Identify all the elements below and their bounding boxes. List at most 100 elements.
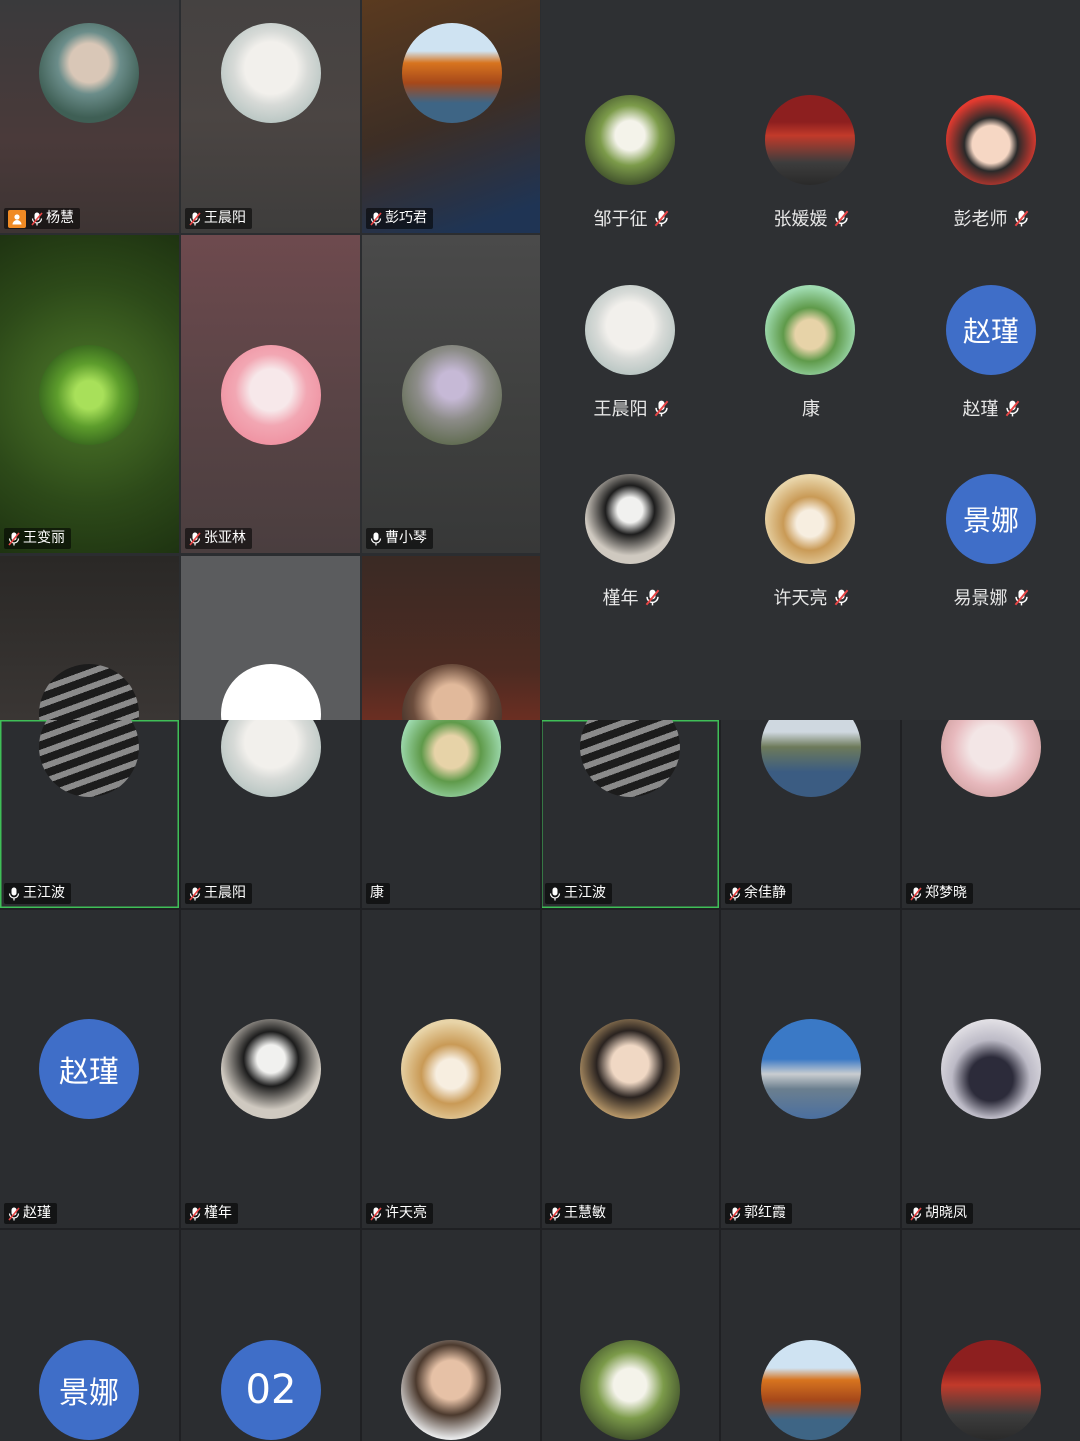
- avatar: [221, 1019, 321, 1119]
- name-tag: 许天亮: [366, 1203, 433, 1224]
- participant-label: 彭老师: [901, 205, 1080, 231]
- participant-name: 彭巧君: [385, 210, 427, 226]
- video-tile-active[interactable]: 王江波: [0, 720, 179, 908]
- video-tile[interactable]: [541, 1231, 719, 1441]
- video-tile[interactable]: [181, 556, 360, 720]
- mic-muted-icon: [1005, 400, 1020, 417]
- bottom-grid: 王江波 王晨阳 康 王江波 余佳静 郑梦晓 赵瑾 赵瑾 槿年 许天亮 王慧敏 郭…: [0, 720, 1080, 1441]
- video-tile[interactable]: 郑梦晓: [902, 720, 1080, 908]
- video-tile[interactable]: 康: [362, 720, 540, 908]
- video-tile[interactable]: 张亚林: [181, 235, 360, 553]
- name-tag: 王晨阳: [185, 883, 252, 904]
- avatar: [221, 720, 321, 797]
- avatar-initials[interactable]: 赵瑾: [946, 285, 1036, 375]
- video-tile[interactable]: 杨慧: [0, 0, 179, 233]
- avatar: [39, 664, 139, 720]
- host-badge-icon: [8, 209, 26, 228]
- video-tile[interactable]: 曹小琴: [362, 235, 540, 553]
- participant-label: 张媛媛: [721, 205, 901, 231]
- name-tag: 郑梦晓: [906, 883, 973, 904]
- video-tile[interactable]: 景娜: [0, 1231, 179, 1441]
- participant-name: 曹小琴: [385, 530, 427, 546]
- participant-label: 许天亮: [721, 584, 901, 610]
- grid-divider: [179, 720, 181, 1441]
- name-tag: 曹小琴: [366, 528, 433, 549]
- video-tile[interactable]: 许天亮: [362, 910, 540, 1228]
- mic-muted-icon: [189, 887, 201, 901]
- avatar[interactable]: [765, 285, 855, 375]
- video-tile[interactable]: 槿年: [181, 910, 360, 1228]
- video-tile[interactable]: 彭巧君: [362, 0, 540, 233]
- mic-muted-icon: [910, 887, 922, 901]
- mic-on-icon: [8, 887, 20, 901]
- participant-name: 杨慧: [46, 210, 74, 226]
- participant-name: 许天亮: [773, 588, 828, 609]
- name-tag: 王慧敏: [545, 1203, 612, 1224]
- participant-label: 槿年: [541, 584, 721, 610]
- participant-name: 郑梦晓: [925, 885, 967, 901]
- name-tag: 张亚林: [185, 528, 252, 549]
- participant-label: 赵瑾: [901, 395, 1080, 421]
- video-tile[interactable]: 02: [181, 1231, 360, 1441]
- video-tile[interactable]: 郭红霞: [721, 910, 900, 1228]
- mic-muted-icon: [549, 1207, 561, 1221]
- avatar-initials: 景娜: [39, 1340, 139, 1440]
- avatar[interactable]: [585, 95, 675, 185]
- avatar[interactable]: [585, 285, 675, 375]
- participant-name: 张媛媛: [773, 209, 828, 230]
- participant-name: 余佳静: [744, 885, 786, 901]
- mic-on-icon: [370, 532, 382, 546]
- video-tile[interactable]: [902, 1231, 1080, 1441]
- mic-muted-icon: [31, 212, 43, 226]
- avatar-initials: 赵瑾: [39, 1019, 139, 1119]
- name-tag: 王江波: [4, 883, 71, 904]
- avatar-initials[interactable]: 景娜: [946, 474, 1036, 564]
- video-tile[interactable]: 王慧敏: [541, 910, 719, 1228]
- video-tile[interactable]: 王晨阳: [181, 0, 360, 233]
- mic-muted-icon: [654, 400, 669, 417]
- mic-muted-icon: [834, 210, 849, 227]
- mic-muted-icon: [910, 1207, 922, 1221]
- avatar: [761, 720, 861, 797]
- avatar: [401, 1340, 501, 1440]
- video-tile[interactable]: [0, 556, 179, 720]
- video-tile[interactable]: 王变丽: [0, 235, 179, 553]
- video-tile[interactable]: [362, 1231, 540, 1441]
- grid-divider: [0, 908, 1080, 910]
- participant-name: 王晨阳: [204, 210, 246, 226]
- video-tile-active[interactable]: 王江波: [541, 720, 719, 908]
- avatar: [402, 345, 502, 445]
- participant-name: 康: [370, 885, 384, 901]
- name-tag: 余佳静: [725, 883, 792, 904]
- avatar[interactable]: [585, 474, 675, 564]
- avatar[interactable]: [765, 474, 855, 564]
- mic-muted-icon: [1014, 210, 1029, 227]
- video-tile[interactable]: 胡晓凤: [902, 910, 1080, 1228]
- participant-name: 张亚林: [204, 530, 246, 546]
- mic-muted-icon: [654, 210, 669, 227]
- avatar: [761, 1019, 861, 1119]
- avatar[interactable]: [765, 95, 855, 185]
- video-tile[interactable]: [721, 1231, 900, 1441]
- participant-name: 王晨阳: [593, 399, 648, 420]
- mic-muted-icon: [189, 532, 201, 546]
- participant-name: 王变丽: [23, 530, 65, 546]
- avatar: [221, 23, 321, 123]
- video-tile[interactable]: 余佳静: [721, 720, 900, 908]
- participant-name: 康: [802, 399, 820, 420]
- participant-name: 许天亮: [385, 1205, 427, 1221]
- avatar: [941, 1340, 1041, 1440]
- mic-muted-icon: [370, 1207, 382, 1221]
- avatar: [401, 1019, 501, 1119]
- video-tile[interactable]: 王晨阳: [181, 720, 360, 908]
- avatar: [39, 23, 139, 123]
- mic-muted-icon: [645, 589, 660, 606]
- mic-muted-icon: [8, 532, 20, 546]
- avatar: [761, 1340, 861, 1440]
- name-tag: 王江波: [545, 883, 612, 904]
- video-tile[interactable]: 赵瑾 赵瑾: [0, 910, 179, 1228]
- participant-name: 槿年: [602, 588, 639, 609]
- video-tile[interactable]: [362, 556, 540, 720]
- avatar[interactable]: [946, 95, 1036, 185]
- avatar: [580, 720, 680, 797]
